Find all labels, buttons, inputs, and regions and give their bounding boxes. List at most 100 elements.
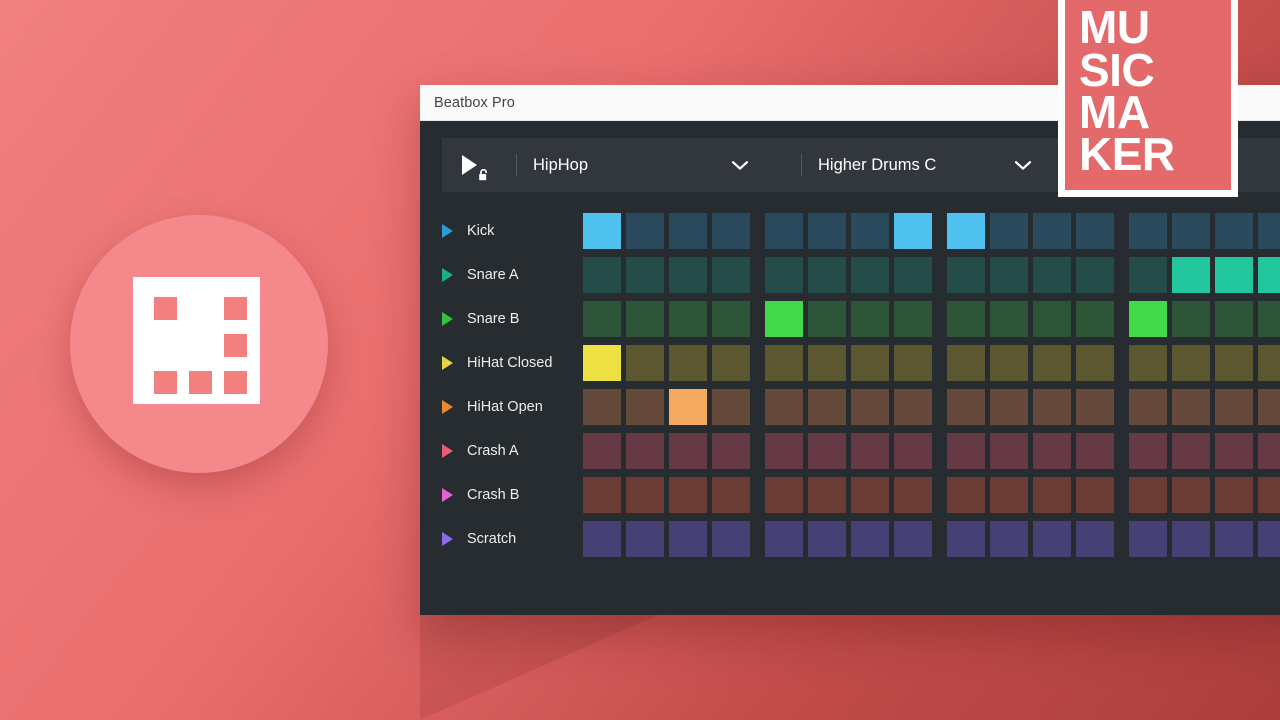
step-cell[interactable] xyxy=(990,521,1028,557)
step-cell[interactable] xyxy=(894,257,932,293)
step-cell[interactable] xyxy=(851,345,889,381)
step-cell[interactable] xyxy=(626,345,664,381)
step-cell[interactable] xyxy=(1172,521,1210,557)
step-cell[interactable] xyxy=(1076,433,1114,469)
step-cell[interactable] xyxy=(1076,301,1114,337)
step-cell[interactable] xyxy=(626,301,664,337)
track-play-icon[interactable] xyxy=(442,312,453,326)
track-play-icon[interactable] xyxy=(442,268,453,282)
step-cell-active[interactable] xyxy=(669,389,707,425)
step-cell[interactable] xyxy=(1129,433,1167,469)
step-cell[interactable] xyxy=(1033,389,1071,425)
step-cell[interactable] xyxy=(583,433,621,469)
step-cell[interactable] xyxy=(712,301,750,337)
step-cell[interactable] xyxy=(1129,345,1167,381)
step-cell[interactable] xyxy=(626,433,664,469)
step-cell[interactable] xyxy=(626,213,664,249)
step-cell[interactable] xyxy=(1033,301,1071,337)
step-cell[interactable] xyxy=(712,389,750,425)
step-cell[interactable] xyxy=(583,389,621,425)
step-cell[interactable] xyxy=(626,389,664,425)
track-play-icon[interactable] xyxy=(442,224,453,238)
track-play-icon[interactable] xyxy=(442,488,453,502)
step-cell[interactable] xyxy=(990,433,1028,469)
step-cell[interactable] xyxy=(894,477,932,513)
step-cell[interactable] xyxy=(851,257,889,293)
step-cell[interactable] xyxy=(1033,521,1071,557)
step-cell[interactable] xyxy=(1129,521,1167,557)
step-cell[interactable] xyxy=(626,477,664,513)
step-cell[interactable] xyxy=(1076,477,1114,513)
step-cell[interactable] xyxy=(1258,477,1280,513)
step-cell[interactable] xyxy=(1129,213,1167,249)
step-cell[interactable] xyxy=(1076,257,1114,293)
step-cell[interactable] xyxy=(1033,433,1071,469)
step-cell[interactable] xyxy=(583,477,621,513)
step-cell[interactable] xyxy=(851,521,889,557)
step-cell[interactable] xyxy=(712,477,750,513)
step-cell[interactable] xyxy=(894,301,932,337)
track-play-icon[interactable] xyxy=(442,356,453,370)
step-cell[interactable] xyxy=(808,521,846,557)
step-cell[interactable] xyxy=(712,345,750,381)
step-cell[interactable] xyxy=(1258,433,1280,469)
step-cell[interactable] xyxy=(808,213,846,249)
step-cell[interactable] xyxy=(712,433,750,469)
step-cell[interactable] xyxy=(851,389,889,425)
play-button[interactable] xyxy=(456,148,500,182)
step-cell[interactable] xyxy=(947,477,985,513)
step-cell-active[interactable] xyxy=(765,301,803,337)
step-cell[interactable] xyxy=(1258,345,1280,381)
step-cell[interactable] xyxy=(1076,389,1114,425)
step-cell[interactable] xyxy=(1076,345,1114,381)
step-cell[interactable] xyxy=(990,301,1028,337)
step-cell[interactable] xyxy=(1076,521,1114,557)
step-cell[interactable] xyxy=(808,477,846,513)
step-cell-active[interactable] xyxy=(1172,257,1210,293)
step-cell[interactable] xyxy=(990,257,1028,293)
step-cell[interactable] xyxy=(1258,213,1280,249)
step-cell[interactable] xyxy=(990,213,1028,249)
step-cell[interactable] xyxy=(1215,301,1253,337)
step-cell[interactable] xyxy=(712,213,750,249)
step-cell[interactable] xyxy=(1215,433,1253,469)
step-cell[interactable] xyxy=(626,521,664,557)
step-cell[interactable] xyxy=(1172,301,1210,337)
step-cell-active[interactable] xyxy=(583,213,621,249)
step-cell[interactable] xyxy=(765,477,803,513)
step-cell-active[interactable] xyxy=(1258,257,1280,293)
step-cell[interactable] xyxy=(626,257,664,293)
step-cell[interactable] xyxy=(1033,345,1071,381)
step-cell[interactable] xyxy=(669,477,707,513)
step-cell[interactable] xyxy=(1215,345,1253,381)
step-cell[interactable] xyxy=(947,301,985,337)
step-cell[interactable] xyxy=(894,521,932,557)
step-cell[interactable] xyxy=(669,257,707,293)
step-cell[interactable] xyxy=(1172,345,1210,381)
step-cell[interactable] xyxy=(1033,477,1071,513)
step-cell[interactable] xyxy=(669,521,707,557)
step-cell[interactable] xyxy=(947,389,985,425)
step-cell[interactable] xyxy=(1258,389,1280,425)
step-cell[interactable] xyxy=(1033,213,1071,249)
step-cell[interactable] xyxy=(1172,389,1210,425)
step-cell[interactable] xyxy=(669,213,707,249)
step-cell[interactable] xyxy=(1033,257,1071,293)
step-cell[interactable] xyxy=(765,521,803,557)
step-cell[interactable] xyxy=(808,389,846,425)
step-cell[interactable] xyxy=(808,301,846,337)
step-cell[interactable] xyxy=(1129,477,1167,513)
step-cell[interactable] xyxy=(851,301,889,337)
step-cell[interactable] xyxy=(765,389,803,425)
step-cell[interactable] xyxy=(669,433,707,469)
preset-select[interactable]: Higher Drums C xyxy=(818,148,1068,182)
step-cell[interactable] xyxy=(947,521,985,557)
step-cell[interactable] xyxy=(894,433,932,469)
step-cell[interactable] xyxy=(1258,301,1280,337)
step-cell[interactable] xyxy=(808,433,846,469)
step-cell[interactable] xyxy=(765,345,803,381)
step-cell[interactable] xyxy=(1215,521,1253,557)
kit-select[interactable]: HipHop xyxy=(533,148,785,182)
step-cell[interactable] xyxy=(851,213,889,249)
step-cell[interactable] xyxy=(669,345,707,381)
